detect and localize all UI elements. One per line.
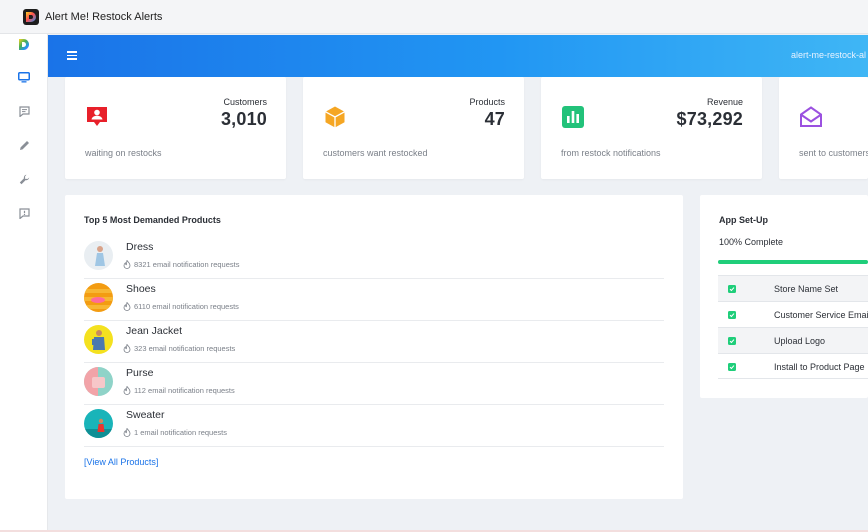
window-title: Alert Me! Restock Alerts bbox=[45, 10, 163, 23]
setup-task-label: Store Name Set bbox=[774, 284, 839, 294]
stat-label: Customers bbox=[223, 97, 267, 107]
product-requests-text: 1 email notification requests bbox=[134, 428, 227, 437]
box-icon bbox=[323, 105, 347, 129]
flame-icon bbox=[123, 428, 131, 437]
checkbox-checked-icon[interactable] bbox=[728, 363, 736, 371]
setup-task-label: Customer Service Email bbox=[774, 310, 868, 320]
product-thumbnail-dress bbox=[84, 241, 113, 270]
product-requests-text: 8321 email notification requests bbox=[134, 260, 240, 269]
bar-chart-icon bbox=[561, 105, 585, 129]
envelope-open-icon bbox=[799, 105, 823, 129]
setup-task-row: Upload Logo bbox=[718, 327, 868, 353]
setup-progress-fill bbox=[718, 260, 868, 264]
product-thumbnail-sweater bbox=[84, 409, 113, 438]
stat-label: Revenue bbox=[706, 97, 743, 107]
product-thumbnail-shoes bbox=[84, 283, 113, 312]
stat-card-sent: sent to customers bbox=[779, 77, 868, 179]
panel-title: Top 5 Most Demanded Products bbox=[84, 215, 221, 225]
wrench-icon[interactable] bbox=[17, 172, 31, 186]
checkbox-checked-icon[interactable] bbox=[728, 311, 736, 319]
checkbox-checked-icon[interactable] bbox=[728, 285, 736, 293]
feedback-icon[interactable] bbox=[17, 206, 31, 220]
stat-card-products: Products 47 customers want restocked bbox=[303, 77, 524, 179]
stat-caption: from restock notifications bbox=[561, 148, 661, 158]
product-row[interactable]: Jean Jacket 323 email notification reque… bbox=[84, 321, 664, 363]
setup-task-label: Install to Product Page bbox=[774, 362, 865, 372]
stat-label: Products bbox=[469, 97, 505, 107]
stat-caption: sent to customers bbox=[799, 148, 868, 158]
flame-icon bbox=[123, 260, 131, 269]
view-all-products-link[interactable]: [View All Products] bbox=[84, 457, 158, 467]
window-title-bar: Alert Me! Restock Alerts bbox=[0, 0, 868, 34]
top-header: alert-me-restock-al bbox=[48, 35, 868, 77]
setup-progress-bar bbox=[718, 260, 868, 264]
product-name: Sweater bbox=[126, 409, 165, 421]
product-requests: 6110 email notification requests bbox=[123, 302, 239, 311]
product-row[interactable]: Dress 8321 email notification requests bbox=[84, 237, 664, 279]
product-thumbnail-jean-jacket bbox=[84, 325, 113, 354]
product-requests-text: 323 email notification requests bbox=[134, 344, 236, 353]
stat-value: 47 bbox=[484, 109, 505, 129]
stat-caption: customers want restocked bbox=[323, 148, 428, 158]
product-requests-text: 6110 email notification requests bbox=[134, 302, 239, 311]
sidebar bbox=[0, 34, 48, 532]
setup-task-label: Upload Logo bbox=[774, 336, 826, 346]
flame-icon bbox=[123, 302, 131, 311]
product-requests-text: 112 email notification requests bbox=[134, 386, 235, 395]
product-row[interactable]: Sweater 1 email notification requests bbox=[84, 405, 664, 447]
product-row[interactable]: Shoes 6110 email notification requests bbox=[84, 279, 664, 321]
checkbox-checked-icon[interactable] bbox=[728, 337, 736, 345]
product-requests: 323 email notification requests bbox=[123, 344, 235, 353]
product-name: Purse bbox=[126, 367, 154, 379]
panel-title: App Set-Up bbox=[719, 215, 768, 225]
stat-caption: waiting on restocks bbox=[85, 148, 162, 158]
hamburger-menu-icon[interactable] bbox=[67, 51, 77, 60]
product-name: Jean Jacket bbox=[126, 325, 183, 337]
monitor-icon[interactable] bbox=[17, 70, 31, 84]
stat-card-revenue: Revenue $73,292 from restock notificatio… bbox=[541, 77, 762, 179]
customer-alert-icon bbox=[85, 105, 109, 129]
product-requests: 1 email notification requests bbox=[123, 428, 227, 437]
chat-icon[interactable] bbox=[17, 104, 31, 118]
product-thumbnail-purse bbox=[84, 367, 113, 396]
product-requests: 8321 email notification requests bbox=[123, 260, 239, 269]
pencil-icon[interactable] bbox=[17, 138, 31, 152]
product-row[interactable]: Purse 112 email notification requests bbox=[84, 363, 664, 405]
setup-task-row: Install to Product Page bbox=[718, 353, 868, 379]
setup-task-row: Customer Service Email bbox=[718, 301, 868, 327]
app-setup-panel: App Set-Up 100% Complete Store Name Set … bbox=[700, 195, 868, 398]
product-requests: 112 email notification requests bbox=[123, 386, 235, 395]
setup-progress-text: 100% Complete bbox=[719, 237, 784, 247]
product-name: Shoes bbox=[126, 283, 156, 295]
product-name: Dress bbox=[126, 241, 154, 253]
stat-value: 3,010 bbox=[220, 109, 267, 129]
store-name[interactable]: alert-me-restock-al bbox=[791, 50, 866, 60]
stat-card-customers: Customers 3,010 waiting on restocks bbox=[65, 77, 286, 179]
top-products-panel: Top 5 Most Demanded Products Dress 8321 … bbox=[65, 195, 683, 499]
stat-value: $73,292 bbox=[676, 109, 743, 129]
app-logo-icon bbox=[23, 8, 39, 25]
setup-task-row: Store Name Set bbox=[718, 275, 868, 301]
brand-logo-icon bbox=[17, 38, 31, 52]
flame-icon bbox=[123, 386, 131, 395]
flame-icon bbox=[123, 344, 131, 353]
